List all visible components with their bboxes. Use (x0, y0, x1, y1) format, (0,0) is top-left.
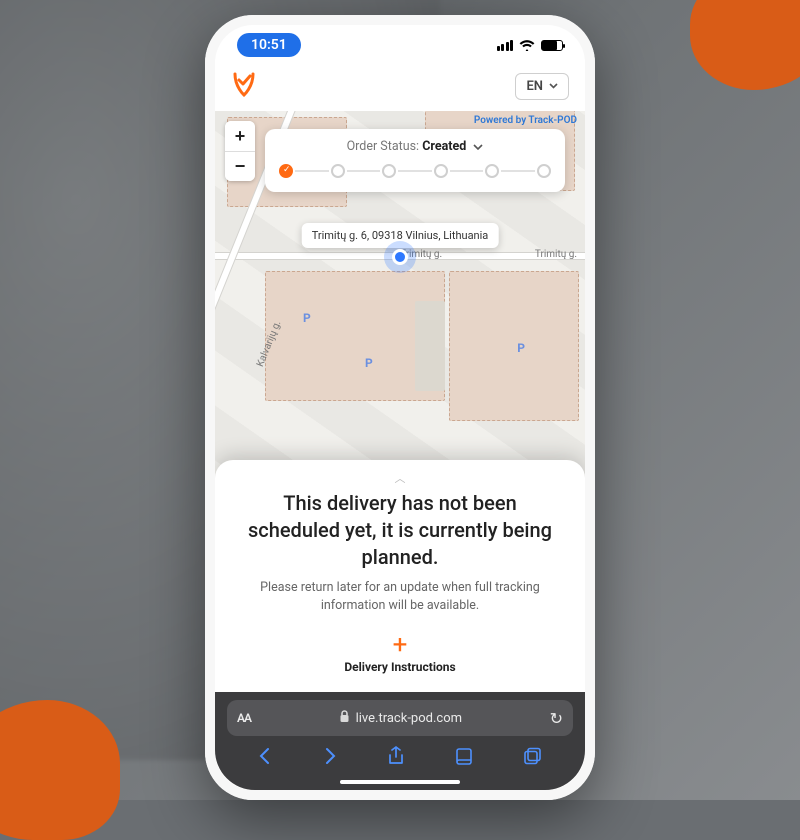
cellular-icon (497, 40, 514, 51)
step-4 (434, 164, 448, 178)
delivery-sheet[interactable]: ︿ This delivery has not been scheduled y… (215, 460, 585, 692)
step-6 (537, 164, 551, 178)
order-status-value: Created (422, 139, 466, 154)
language-label: EN (526, 79, 543, 94)
map-attribution: Powered by Track-POD (474, 115, 577, 126)
wifi-icon (519, 39, 535, 51)
street-label: Trimitų g. (535, 249, 577, 260)
order-status-card[interactable]: Order Status: Created (265, 129, 565, 192)
back-button[interactable] (257, 747, 273, 769)
zoom-out-button[interactable]: − (225, 151, 255, 181)
lock-icon (339, 710, 350, 727)
text-size-button[interactable]: AA (237, 711, 251, 725)
decorative-blob (0, 700, 120, 840)
location-marker-icon (392, 249, 408, 265)
address-tooltip: Trimitų g. 6, 09318 Vilnius, Lithuania (302, 223, 499, 248)
forward-button[interactable] (322, 747, 338, 769)
delivery-subtext: Please return later for an update when f… (243, 579, 557, 614)
app-logo-icon (231, 71, 257, 101)
plus-icon: + (243, 632, 557, 658)
parking-icon: P (517, 341, 525, 355)
zoom-controls: + − (225, 121, 255, 181)
order-progress-steps (279, 164, 551, 178)
step-2 (331, 164, 345, 178)
status-bar: 10:51 (215, 25, 585, 65)
step-created (279, 164, 293, 178)
delivery-heading: This delivery has not been scheduled yet… (243, 490, 557, 571)
order-status-line: Order Status: Created (279, 139, 551, 154)
step-3 (382, 164, 396, 178)
chevron-down-icon (549, 83, 558, 89)
order-status-label: Order Status: (347, 139, 420, 154)
phone-frame: 10:51 EN P (205, 15, 595, 800)
delivery-instructions-button[interactable]: + Delivery Instructions (243, 632, 557, 674)
status-time: 10:51 (237, 33, 301, 57)
tabs-button[interactable] (523, 747, 543, 769)
delivery-instructions-label: Delivery Instructions (243, 660, 557, 674)
home-indicator[interactable] (340, 780, 460, 784)
url-text: live.track-pod.com (356, 711, 462, 726)
zoom-in-button[interactable]: + (225, 121, 255, 151)
chevron-down-icon (473, 139, 483, 154)
battery-icon (541, 40, 563, 51)
share-button[interactable] (387, 746, 405, 770)
step-5 (485, 164, 499, 178)
parking-icon: P (303, 311, 311, 325)
sheet-handle-icon[interactable]: ︿ (243, 470, 557, 486)
reload-button[interactable]: ↻ (550, 709, 563, 728)
language-selector[interactable]: EN (515, 73, 569, 100)
map-view[interactable]: P P P Trimitų g. Trimitų g. Kalvarijų g.… (215, 111, 585, 790)
browser-toolbar: AA live.track-pod.com ↻ (215, 692, 585, 790)
bookmarks-button[interactable] (454, 747, 474, 769)
app-header: EN (215, 65, 585, 111)
parking-icon: P (365, 356, 373, 370)
address-bar[interactable]: AA live.track-pod.com ↻ (227, 700, 573, 736)
